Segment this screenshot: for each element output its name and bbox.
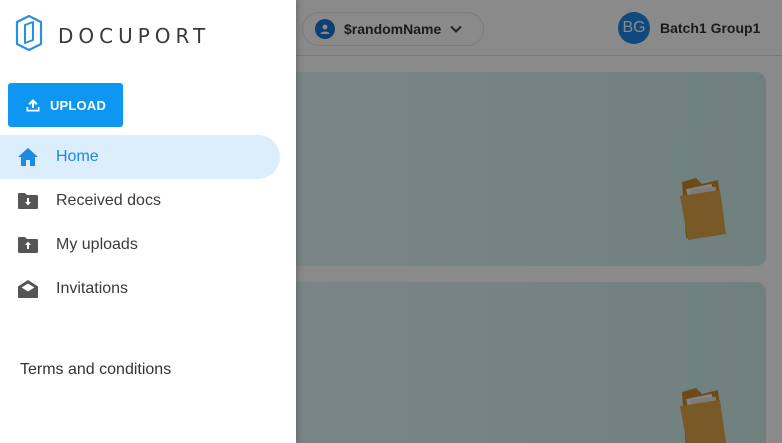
docuport-logo-icon — [14, 14, 44, 57]
sidebar-item-home[interactable]: Home — [0, 135, 280, 179]
terms-link[interactable]: Terms and conditions — [20, 361, 171, 379]
sidebar-nav: Home Received docs My uploads Invitation… — [0, 135, 296, 311]
sidebar-item-received-docs[interactable]: Received docs — [0, 179, 280, 223]
logo[interactable]: DOCUPORT — [14, 14, 210, 57]
sidebar-item-label: Home — [56, 148, 99, 165]
folder-upload-icon — [17, 234, 39, 256]
sidebar-item-invitations[interactable]: Invitations — [0, 267, 280, 311]
navigation-drawer: DOCUPORT UPLOAD Home Received docs My up… — [0, 0, 296, 443]
home-icon — [17, 146, 39, 168]
upload-icon — [25, 97, 41, 113]
upload-label: UPLOAD — [49, 97, 107, 113]
sidebar-item-my-uploads[interactable]: My uploads — [0, 223, 280, 267]
sidebar-item-label: Invitations — [56, 280, 129, 297]
sidebar-item-label: Received docs — [56, 192, 161, 209]
logo-text: DOCUPORT — [58, 23, 211, 48]
envelope-open-icon — [17, 278, 39, 300]
sidebar-item-label: My uploads — [56, 236, 138, 253]
upload-button[interactable]: UPLOAD — [8, 83, 123, 127]
folder-download-icon — [17, 190, 39, 212]
